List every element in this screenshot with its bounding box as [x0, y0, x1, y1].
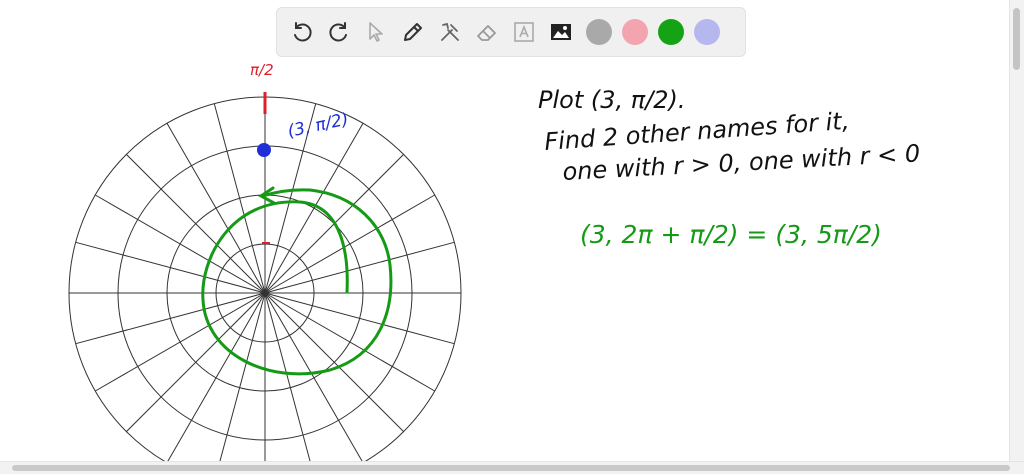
undo-button[interactable] [285, 15, 319, 49]
point-label: (3, π/2) [286, 110, 350, 142]
grid-ray [264, 292, 435, 392]
select-pointer-icon [369, 22, 383, 42]
undo-icon [294, 22, 312, 42]
grid-ray [264, 292, 455, 345]
tools-icon [441, 22, 459, 41]
equivalent-expression: (3, 2π + π/2) = (3, 5π/2) [580, 220, 882, 249]
grid-ray [166, 292, 266, 462]
vertical-scroll-thumb[interactable] [1013, 8, 1020, 70]
eraser-button[interactable] [470, 15, 504, 49]
redo-icon [329, 22, 347, 42]
grid-ray [166, 123, 266, 294]
grid-ray [264, 241, 455, 294]
grid-ray [75, 292, 266, 345]
redo-button[interactable] [322, 15, 356, 49]
plotted-point [257, 143, 271, 157]
grid-ray [213, 103, 266, 294]
pen-icon [404, 23, 422, 41]
grid-ray [126, 154, 266, 294]
drawing-toolbar [276, 7, 746, 57]
select-button[interactable] [359, 15, 393, 49]
text-icon [514, 22, 534, 42]
image-icon [551, 24, 571, 40]
grid-ray [264, 292, 404, 432]
image-button[interactable] [544, 15, 578, 49]
drawing-canvas[interactable]: π/2 (3, π/2) (3, 2π + π/2) = (3, 5π/2) P… [0, 0, 1010, 462]
grid-ray [95, 292, 266, 392]
angle-label: π/2 [250, 61, 274, 79]
eraser-icon [477, 25, 496, 41]
grid-ray [95, 194, 266, 294]
grid-ray [75, 241, 266, 294]
pen-button[interactable] [396, 15, 430, 49]
text-button[interactable] [507, 15, 541, 49]
color-swatch-green[interactable] [658, 19, 684, 45]
grid-ray [264, 194, 435, 294]
tools-button[interactable] [433, 15, 467, 49]
grid-ray [264, 292, 364, 462]
vertical-scrollbar[interactable] [1009, 0, 1024, 462]
color-swatch-lavender[interactable] [694, 19, 720, 45]
horizontal-scroll-thumb[interactable] [12, 465, 1010, 471]
horizontal-scrollbar[interactable] [0, 461, 1024, 474]
color-swatch-pink[interactable] [622, 19, 648, 45]
color-swatch-gray[interactable] [586, 19, 612, 45]
instruction-line-1: Plot (3, π/2). [538, 86, 686, 114]
